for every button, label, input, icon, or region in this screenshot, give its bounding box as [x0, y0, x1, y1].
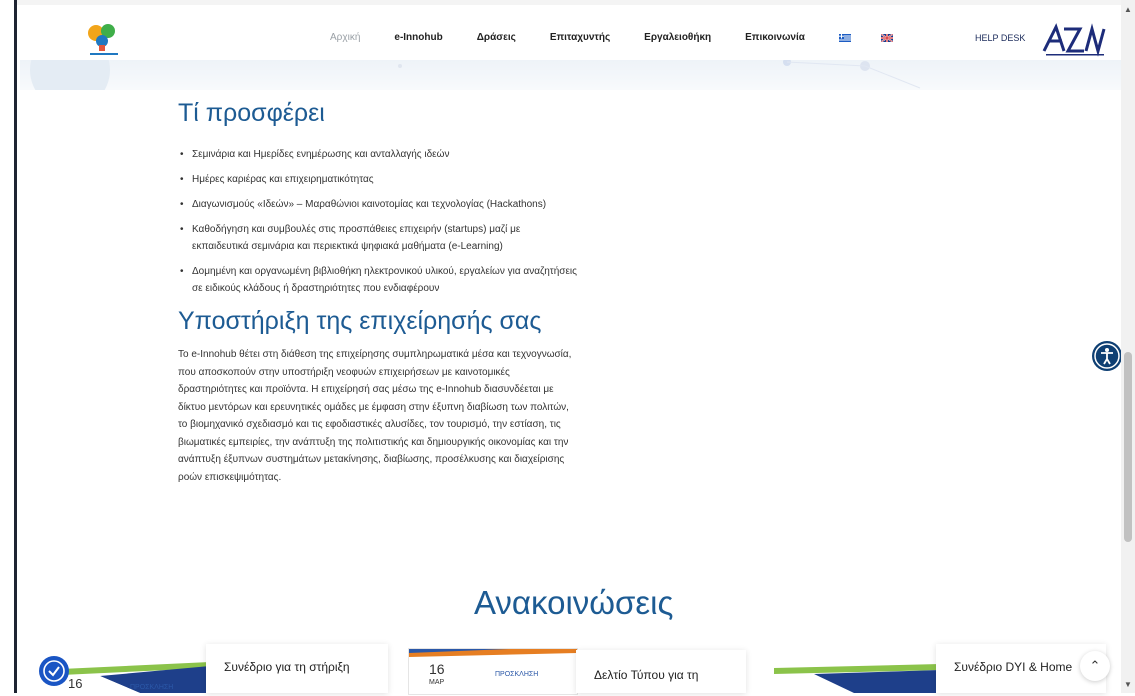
- page-scrollbar[interactable]: ▲ ▼: [1121, 0, 1135, 693]
- chevron-up-icon: ⌃: [1089, 658, 1101, 673]
- main-nav: Αρχική e-Innohub Δράσεις Επιταχυντής Εργ…: [330, 32, 923, 43]
- card-title: Συνέδριο DYI & Home: [954, 660, 1073, 674]
- card-tag: ΠΡΟΣΚΛΗΣΗ: [495, 671, 539, 678]
- offers-list: Σεμινάρια και Ημερίδες ενημέρωσης και αν…: [178, 146, 578, 297]
- support-paragraph: Το e-Innohub θέτει στη διάθεση της επιχε…: [178, 349, 572, 483]
- scroll-down-arrow-icon[interactable]: ▼: [1124, 681, 1132, 689]
- nav-e-innohub[interactable]: e-Innohub: [394, 32, 442, 43]
- nav-home[interactable]: Αρχική: [330, 32, 360, 43]
- accessibility-widget-button[interactable]: [39, 656, 69, 686]
- announcement-card-image[interactable]: [774, 664, 940, 693]
- innohub-logo[interactable]: [82, 21, 126, 61]
- announcements-heading: Ανακοινώσεις: [474, 584, 674, 621]
- window-left-border: [0, 0, 17, 693]
- scrollbar-thumb[interactable]: [1124, 352, 1132, 542]
- card-title: Συνέδριο για τη στήριξη: [224, 660, 350, 674]
- uk-flag-icon[interactable]: [880, 33, 893, 42]
- nav-toolbox[interactable]: Εργαλειοθήκη: [644, 32, 711, 43]
- help-desk-link[interactable]: HELP DESK: [975, 33, 1025, 43]
- main-content: Τί προσφέρει Σεμινάρια και Ημερίδες ενημ…: [178, 95, 578, 486]
- partner-logo[interactable]: [1040, 21, 1110, 59]
- nav-actions[interactable]: Δράσεις: [477, 32, 516, 43]
- list-item: Διαγωνισμούς «Ιδεών» – Μαραθώνιοι καινοτ…: [178, 196, 578, 213]
- announcement-card-image[interactable]: 16 MAP ΠΡΟΣΚΛΗΣΗ: [408, 648, 578, 695]
- card-tag: ΠΡΟΣΚΛΗΣΗ: [130, 684, 174, 691]
- list-item: Σεμινάρια και Ημερίδες ενημέρωσης και αν…: [178, 146, 578, 163]
- greek-flag-icon[interactable]: [838, 33, 851, 42]
- list-item: Καθοδήγηση και συμβουλές στις προσπάθειε…: [178, 221, 578, 255]
- announcements-cards: 16 ΠΡΟΣΚΛΗΣΗ Συνέδριο για τη στήριξη 16 …: [20, 644, 1121, 695]
- accessibility-button[interactable]: [1092, 341, 1122, 371]
- card-banner-icon: [774, 664, 940, 693]
- list-item: Ημέρες καριέρας και επιχειρηματικότητας: [178, 171, 578, 188]
- support-heading: Υποστήριξη της επιχείρησής σας: [178, 307, 542, 335]
- site-header: Αρχική e-Innohub Δράσεις Επιταχυντής Εργ…: [20, 5, 1121, 65]
- network-decoration-icon: [30, 60, 921, 90]
- card-date-day: 16: [68, 676, 83, 691]
- accessibility-check-icon: [43, 660, 65, 682]
- announcement-card[interactable]: Δελτίο Τύπου για τη: [576, 650, 746, 693]
- card-date-month: MAP: [429, 679, 445, 686]
- nav-accelerator[interactable]: Επιταχυντής: [550, 32, 610, 43]
- nav-contact[interactable]: Επικοινωνία: [745, 32, 805, 43]
- accessibility-icon: [1094, 343, 1120, 369]
- card-date-day: 16: [429, 661, 445, 677]
- announcement-card[interactable]: Συνέδριο για τη στήριξη: [206, 644, 388, 693]
- offers-heading: Τί προσφέρει: [178, 99, 325, 127]
- card-title: Δελτίο Τύπου για τη: [594, 668, 699, 682]
- scroll-up-arrow-icon[interactable]: ▲: [1124, 6, 1132, 14]
- list-item: Δομημένη και οργανωμένη βιβλιοθήκη ηλεκτ…: [178, 263, 578, 297]
- scroll-to-top-button[interactable]: ⌃: [1080, 651, 1110, 681]
- header-decoration: [20, 60, 1121, 90]
